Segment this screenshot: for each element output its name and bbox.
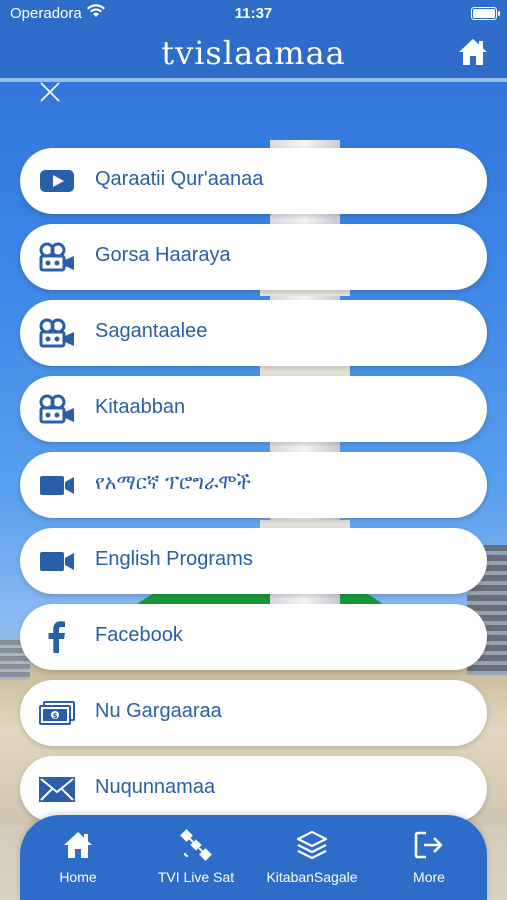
svg-text:$: $ bbox=[53, 712, 58, 720]
menu-item-kitaabban[interactable]: Kitaabban bbox=[20, 376, 487, 442]
menu-item-label: የአማርኛ ፕሮግራሞች bbox=[95, 472, 251, 494]
menu-item-label: English Programs bbox=[95, 548, 253, 570]
envelope-icon bbox=[39, 777, 75, 802]
video-camera-icon bbox=[40, 552, 74, 571]
tab-label: Home bbox=[59, 869, 97, 885]
menu-item-english-programs[interactable]: English Programs bbox=[20, 528, 487, 594]
battery-icon bbox=[471, 7, 500, 20]
menu-item-label: Facebook bbox=[95, 624, 183, 646]
video-camera-icon bbox=[40, 476, 74, 495]
app-title: tvislaamaa bbox=[161, 34, 346, 72]
home-icon bbox=[64, 832, 92, 858]
tab-label: KitabanSagale bbox=[266, 869, 358, 885]
menu-item-label: Nuqunnamaa bbox=[95, 776, 216, 798]
status-bar: Operadora 11:37 bbox=[0, 0, 507, 28]
satellite-icon bbox=[180, 829, 212, 861]
menu-item-amharic-programs[interactable]: የአማርኛ ፕሮግራሞች bbox=[20, 452, 487, 518]
tab-tvi-live-sat[interactable]: TVI Live Sat bbox=[141, 815, 251, 900]
menu-item-sagantaalee[interactable]: Sagantaalee bbox=[20, 300, 487, 366]
tab-kitabansagale[interactable]: KitabanSagale bbox=[257, 815, 367, 900]
film-camera-icon bbox=[39, 394, 74, 424]
menu-item-gorsa-haaraya[interactable]: Gorsa Haaraya bbox=[20, 224, 487, 290]
layers-icon bbox=[296, 830, 328, 860]
menu-item-qaraatii-quraanaa[interactable]: Qaraatii Qur'aanaa bbox=[20, 148, 487, 214]
film-camera-icon bbox=[39, 242, 74, 272]
film-camera-icon bbox=[39, 318, 74, 348]
menu-item-label: Kitaabban bbox=[95, 396, 186, 418]
app-header: tvislaamaa bbox=[0, 28, 507, 78]
menu-item-facebook[interactable]: Facebook bbox=[20, 604, 487, 670]
menu-item-nuqunnamaa[interactable]: Nuqunnamaa bbox=[20, 756, 487, 822]
tab-label: TVI Live Sat bbox=[157, 869, 235, 885]
menu-item-label: Qaraatii Qur'aanaa bbox=[95, 168, 264, 190]
menu-item-nu-gargaaraa[interactable]: $ Nu Gargaaraa bbox=[20, 680, 487, 746]
money-icon: $ bbox=[39, 701, 75, 725]
menu-item-label: Sagantaalee bbox=[95, 320, 208, 342]
tab-bar: Home TVI Live Sat KitabanSagale More bbox=[20, 815, 487, 900]
tab-more[interactable]: More bbox=[374, 815, 484, 900]
clock: 11:37 bbox=[234, 5, 273, 22]
close-icon[interactable] bbox=[38, 80, 62, 104]
sign-out-icon bbox=[414, 831, 443, 859]
menu-item-label: Gorsa Haaraya bbox=[95, 244, 231, 266]
tab-label: More bbox=[413, 869, 445, 885]
menu-item-label: Nu Gargaaraa bbox=[95, 700, 222, 722]
facebook-icon bbox=[48, 621, 65, 653]
tab-home[interactable]: Home bbox=[23, 815, 133, 900]
header-divider bbox=[0, 78, 507, 82]
home-icon[interactable] bbox=[457, 36, 489, 68]
youtube-play-icon bbox=[40, 170, 74, 192]
